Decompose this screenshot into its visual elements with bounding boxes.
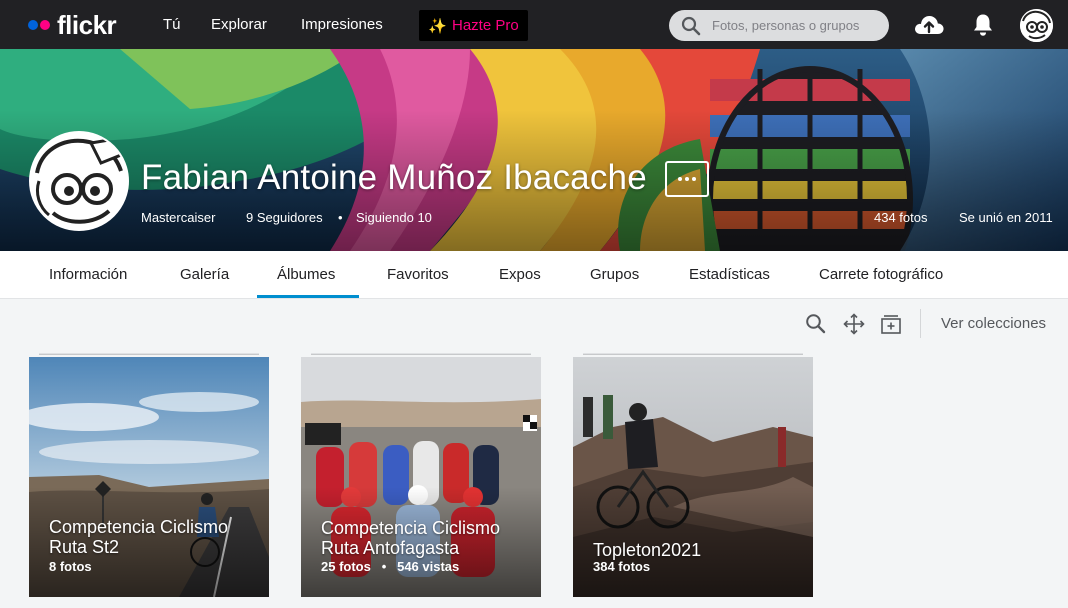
tab-galeria[interactable]: Galería: [180, 265, 229, 285]
profile-name: Fabian Antoine Muñoz Ibacache: [141, 158, 647, 197]
nav-link-impresiones[interactable]: Impresiones: [301, 15, 383, 35]
album-title: Competencia Ciclismo Ruta Antofagasta: [321, 518, 501, 558]
album-card[interactable]: Competencia Ciclismo Ruta St2 8 fotos: [29, 353, 269, 597]
album-card[interactable]: Competencia Ciclismo Ruta Antofagasta 25…: [301, 353, 541, 597]
logo-blue-dot: [28, 20, 38, 30]
sparkles-icon: ✨: [428, 17, 447, 35]
album-stack-edge: [583, 353, 803, 355]
nav-link-tu[interactable]: Tú: [163, 15, 181, 35]
album-photo-count: 384 fotos: [593, 559, 651, 574]
nav-link-explorar[interactable]: Explorar: [211, 15, 267, 35]
user-avatar[interactable]: [1020, 9, 1053, 42]
tab-informacion[interactable]: Información: [49, 265, 127, 285]
dot-icon: [685, 177, 689, 181]
tab-carrete-fotografico[interactable]: Carrete fotográfico: [819, 265, 943, 285]
add-album-icon[interactable]: [880, 313, 902, 335]
joined-date: Se unió en 2011: [959, 210, 1053, 225]
tab-estadisticas[interactable]: Estadísticas: [689, 265, 770, 285]
followers-link[interactable]: 9 Seguidores: [246, 210, 323, 226]
album-stats: 384 fotos: [593, 559, 650, 575]
album-stats: 8 fotos: [49, 559, 92, 575]
tab-favoritos[interactable]: Favoritos: [387, 265, 449, 285]
following-link[interactable]: Siguiendo 10: [356, 210, 432, 226]
profile-cover-banner: Fabian Antoine Muñoz Ibacache Mastercais…: [0, 49, 1068, 251]
album-stack-edge: [39, 353, 259, 355]
album-view-count: 546 vistas: [397, 559, 460, 574]
active-tab-indicator: [257, 295, 359, 298]
logo-wordmark: flickr: [57, 10, 117, 40]
profile-username: Mastercaiser: [141, 210, 216, 225]
tab-expos[interactable]: Expos: [499, 265, 541, 285]
separator-dot: •: [338, 210, 343, 225]
profile-avatar[interactable]: [29, 131, 129, 231]
toolbar-divider: [920, 309, 921, 338]
flickr-logo[interactable]: flickr: [28, 10, 117, 40]
arrange-move-icon[interactable]: [843, 313, 865, 335]
dot-icon: [692, 177, 696, 181]
logo-pink-dot: [40, 20, 50, 30]
album-cover-photo[interactable]: Competencia Ciclismo Ruta St2 8 fotos: [29, 357, 269, 597]
tab-albumes[interactable]: Álbumes: [277, 265, 335, 285]
tab-grupos[interactable]: Grupos: [590, 265, 639, 285]
album-cover-photo[interactable]: Topleton2021 384 fotos: [573, 357, 813, 597]
album-photo-count: 8 fotos: [49, 559, 92, 574]
search-icon[interactable]: [681, 16, 701, 36]
stats-separator: •: [374, 559, 394, 574]
search-albums-icon[interactable]: [805, 313, 826, 334]
photo-count: 434 fotos: [874, 210, 928, 225]
album-photo-count: 25 fotos: [321, 559, 371, 574]
search-bar[interactable]: [669, 10, 889, 41]
search-input[interactable]: [712, 18, 882, 33]
dot-icon: [678, 177, 682, 181]
upload-cloud-icon[interactable]: [913, 11, 945, 39]
album-title: Topleton2021: [593, 540, 702, 560]
top-navigation-bar: flickr Tú Explorar Impresiones ✨ Hazte P…: [0, 0, 1068, 49]
album-stack-edge: [311, 353, 531, 355]
album-title: Competencia Ciclismo Ruta St2: [49, 517, 229, 557]
cartoon-face-avatar-icon: [31, 133, 127, 229]
profile-tabs-bar: Información Galería Álbumes Favoritos Ex…: [0, 251, 1068, 299]
album-card[interactable]: Topleton2021 384 fotos: [573, 353, 813, 597]
notifications-bell-icon[interactable]: [972, 13, 994, 37]
ver-colecciones-link[interactable]: Ver colecciones: [941, 315, 1046, 333]
album-cover-photo[interactable]: Competencia Ciclismo Ruta Antofagasta 25…: [301, 357, 541, 597]
cartoon-avatar-icon: [1020, 9, 1053, 42]
album-stats: 25 fotos • 546 vistas: [321, 559, 459, 575]
hazte-pro-button[interactable]: ✨ Hazte Pro: [419, 10, 528, 41]
more-options-button[interactable]: [665, 161, 709, 197]
hazte-pro-label: Hazte Pro: [451, 17, 519, 34]
